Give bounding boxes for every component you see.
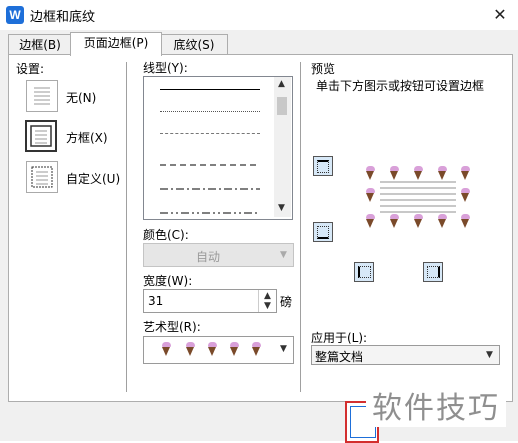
art-cone-5 [252,342,261,356]
line-style-fine-dashed[interactable] [160,133,260,134]
line-style-solid[interactable] [160,89,260,90]
setting-none-label[interactable]: 无(N) [66,89,96,106]
line-style-dash-dot[interactable] [160,179,260,193]
settings-label: 设置: [16,62,45,76]
setting-box-icon[interactable] [25,120,57,152]
separator-right [300,62,301,392]
scroll-up-icon[interactable]: ▲ [278,79,285,89]
scroll-thumb[interactable] [277,97,287,115]
line-style-dotted[interactable] [160,111,260,112]
art-select[interactable]: ▼ [143,336,294,364]
color-label: 颜色(C): [143,228,189,242]
separator-left [126,62,127,392]
close-icon[interactable]: ✕ [488,4,512,26]
preview-cone [461,166,470,180]
art-cone-1 [162,342,171,356]
width-input[interactable]: 31 ▲ ▼ [143,289,277,313]
window-title: 边框和底纹 [30,10,96,25]
art-label: 艺术型(R): [143,320,201,334]
scroll-down-icon[interactable]: ▼ [278,203,285,213]
setting-custom-icon[interactable] [26,161,58,193]
setting-box-label[interactable]: 方框(X) [66,129,108,146]
width-value: 31 [148,294,164,308]
line-style-scrollbar[interactable]: ▲ ▼ [274,77,291,217]
preview-cone [414,214,423,228]
art-cone-3 [208,342,217,356]
apply-to-label: 应用于(L): [311,331,368,345]
color-select[interactable]: 自动 ▼ [143,243,294,267]
chevron-down-icon: ▼ [280,344,287,354]
bottom-border-button[interactable] [313,222,333,242]
chevron-down-icon: ▼ [280,250,287,260]
tab-page-border[interactable]: 页面边框(P) [70,32,162,56]
preview-hint: 单击下方图示或按钮可设置边框 [316,79,485,93]
app-icon: W [6,6,24,24]
setting-custom-label[interactable]: 自定义(U) [66,170,120,187]
stepper-up-icon[interactable]: ▲ [264,291,271,301]
watermark-text: 软件技巧 [366,383,506,427]
tab-shading[interactable]: 底纹(S) [160,34,228,55]
line-style-dashed[interactable] [160,155,260,169]
preview-cone [366,214,375,228]
preview-page[interactable] [366,166,470,234]
chevron-down-icon: ▼ [486,350,493,360]
right-border-button[interactable] [423,262,443,282]
preview-cone [390,166,399,180]
stepper-down-icon[interactable]: ▼ [264,301,271,311]
apply-to-value: 整篇文档 [315,350,364,364]
line-style-list[interactable] [143,76,293,220]
line-style-dash-dot-dot[interactable] [160,203,260,217]
width-label: 宽度(W): [143,274,193,288]
preview-cone [414,166,423,180]
width-unit: 磅 [280,295,293,309]
color-value: 自动 [196,250,221,264]
line-style-label: 线型(Y): [143,61,188,75]
width-stepper[interactable]: ▲ ▼ [258,290,277,312]
preview-cone [366,188,375,202]
top-border-button[interactable] [313,156,333,176]
preview-cone [461,214,470,228]
preview-label: 预览 [311,62,336,76]
art-cone-2 [186,342,195,356]
apply-to-select[interactable]: 整篇文档 ▼ [311,345,500,365]
setting-none-icon[interactable] [26,80,58,112]
left-border-button[interactable] [354,262,374,282]
preview-cone [461,188,470,202]
preview-cone [438,166,447,180]
art-cone-4 [230,342,239,356]
preview-cone [390,214,399,228]
tab-borders[interactable]: 边框(B) [8,34,72,55]
title-bar: W 边框和底纹 ✕ [0,0,518,30]
preview-cone [438,214,447,228]
preview-cone [366,166,375,180]
